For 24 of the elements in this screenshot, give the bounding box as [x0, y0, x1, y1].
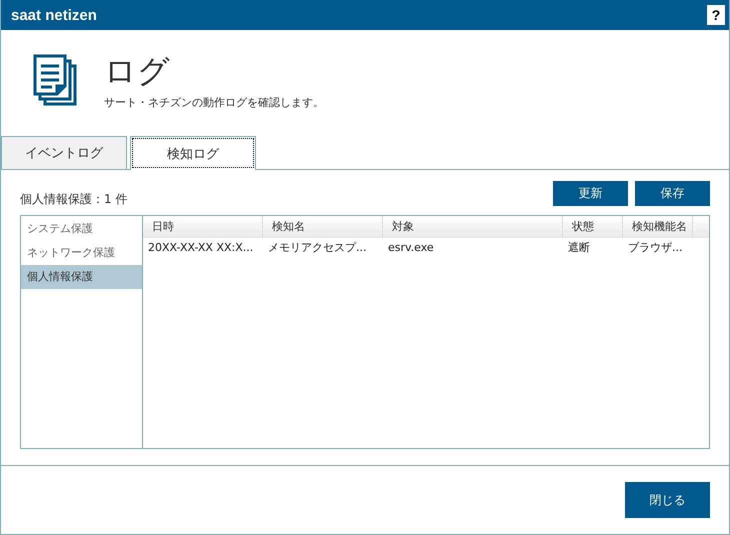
column-header[interactable]: 日時 [143, 216, 263, 238]
table-cell-text: ブラウザ... [627, 240, 684, 256]
action-button[interactable]: 更新 [553, 180, 628, 206]
category-item[interactable]: システム保護 [21, 217, 142, 241]
tab[interactable]: イベントログ [1, 136, 127, 169]
help-button[interactable]: ? [707, 5, 725, 25]
table-cell-text: メモリアクセスプ... [267, 240, 368, 256]
column-header[interactable]: 検知名 [263, 216, 383, 238]
column-header[interactable]: 対象 [383, 216, 563, 238]
tab[interactable]: 検知ログ [130, 136, 256, 170]
table-cell-text: 20XX-XX-XX XX:X... [147, 240, 254, 256]
action-button[interactable]: 保存 [635, 180, 710, 206]
window-title: saat netizen [11, 6, 97, 24]
table-cell-text: 遮断 [567, 240, 591, 256]
result-count: 個人情報保護：1 件 [20, 190, 128, 208]
table-cell-text: esrv.exe [387, 240, 435, 256]
category-item[interactable]: 個人情報保護 [21, 265, 142, 289]
column-header[interactable]: 検知機能名 [623, 216, 693, 238]
page-subtitle: サート・ネチズンの動作ログを確認します。 [104, 94, 324, 110]
page-title: ログ [104, 50, 171, 90]
column-header[interactable]: 状態 [563, 216, 623, 238]
category-item[interactable]: ネットワーク保護 [21, 241, 142, 265]
documents-icon [32, 53, 78, 107]
close-button[interactable]: 閉じる [625, 482, 710, 518]
